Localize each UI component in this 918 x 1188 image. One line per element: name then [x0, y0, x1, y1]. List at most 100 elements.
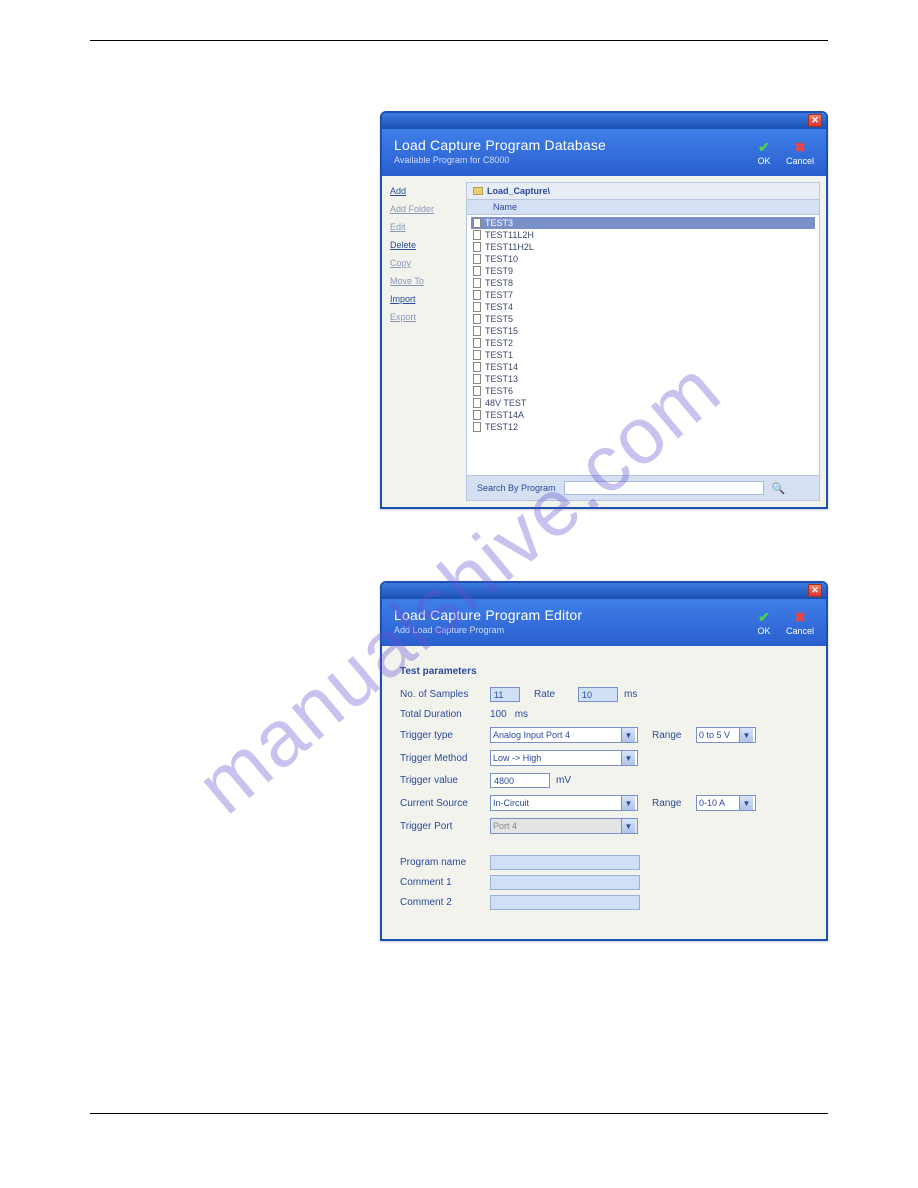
list-item[interactable]: 48V TEST [471, 397, 815, 409]
ok-label: OK [756, 156, 772, 166]
file-icon [473, 314, 481, 324]
list-item-label: TEST4 [485, 301, 513, 313]
section-title: Test parameters [400, 666, 808, 677]
trigger-method-label: Trigger Method [400, 753, 484, 764]
list-item-label: TEST7 [485, 289, 513, 301]
add-link[interactable]: Add [390, 186, 458, 196]
trigger-method-select[interactable]: Low -> High ▼ [490, 750, 638, 766]
load-capture-database-dialog: ✕ Load Capture Program Database Availabl… [380, 111, 828, 509]
move-to-link[interactable]: Move To [390, 276, 458, 286]
file-icon [473, 362, 481, 372]
file-icon [473, 242, 481, 252]
copy-link[interactable]: Copy [390, 258, 458, 268]
close-button[interactable]: ✕ [808, 584, 822, 597]
cancel-button[interactable]: ✖ Cancel [786, 609, 814, 636]
rate-input[interactable] [578, 687, 618, 702]
trigger-port-select: Port 4 ▼ [490, 818, 638, 834]
add-folder-link[interactable]: Add Folder [390, 204, 458, 214]
chevron-down-icon: ▼ [621, 819, 635, 833]
list-item[interactable]: TEST5 [471, 313, 815, 325]
list-item[interactable]: TEST9 [471, 265, 815, 277]
close-button[interactable]: ✕ [808, 114, 822, 127]
list-item[interactable]: TEST13 [471, 373, 815, 385]
program-name-input[interactable] [490, 855, 640, 870]
list-item[interactable]: TEST11L2H [471, 229, 815, 241]
list-item[interactable]: TEST14A [471, 409, 815, 421]
edit-link[interactable]: Edit [390, 222, 458, 232]
file-icon [473, 338, 481, 348]
comment1-label: Comment 1 [400, 877, 484, 888]
list-item[interactable]: TEST4 [471, 301, 815, 313]
list-item[interactable]: TEST10 [471, 253, 815, 265]
current-range-label: Range [652, 798, 690, 809]
list-item[interactable]: TEST1 [471, 349, 815, 361]
current-range-value: 0-10 A [699, 798, 725, 808]
titlebar[interactable]: ✕ [382, 113, 826, 129]
ok-button[interactable]: ✔ OK [756, 139, 772, 166]
search-bar: Search By Program 🔍 [467, 475, 819, 500]
list-item[interactable]: TEST14 [471, 361, 815, 373]
cross-icon: ✖ [792, 609, 808, 625]
file-icon [473, 410, 481, 420]
trigger-type-select[interactable]: Analog Input Port 4 ▼ [490, 727, 638, 743]
list-item[interactable]: TEST11H2L [471, 241, 815, 253]
dialog-subtitle: Available Program for C8000 [394, 155, 606, 165]
comment2-input[interactable] [490, 895, 640, 910]
load-capture-editor-dialog: ✕ Load Capture Program Editor Add Load C… [380, 581, 828, 941]
list-item[interactable]: TEST12 [471, 421, 815, 433]
file-icon [473, 326, 481, 336]
current-range-select[interactable]: 0-10 A ▼ [696, 795, 756, 811]
list-item[interactable]: TEST15 [471, 325, 815, 337]
titlebar[interactable]: ✕ [382, 583, 826, 599]
list-item-label: TEST9 [485, 265, 513, 277]
list-item-label: TEST10 [485, 253, 518, 265]
dialog-title: Load Capture Program Editor [394, 607, 582, 623]
list-item-label: TEST11L2H [485, 229, 534, 241]
chevron-down-icon: ▼ [621, 796, 635, 810]
cross-icon: ✖ [792, 139, 808, 155]
trigger-type-label: Trigger type [400, 730, 484, 741]
list-item-label: TEST13 [485, 373, 518, 385]
trigger-method-value: Low -> High [493, 753, 541, 763]
trigger-type-value: Analog Input Port 4 [493, 730, 570, 740]
comment1-input[interactable] [490, 875, 640, 890]
trigger-value-label: Trigger value [400, 775, 484, 786]
program-list[interactable]: TEST3TEST11L2HTEST11H2LTEST10TEST9TEST8T… [467, 215, 819, 475]
no-samples-label: No. of Samples [400, 689, 484, 700]
export-link[interactable]: Export [390, 312, 458, 322]
trigger-range-select[interactable]: 0 to 5 V ▼ [696, 727, 756, 743]
delete-link[interactable]: Delete [390, 240, 458, 250]
list-item[interactable]: TEST8 [471, 277, 815, 289]
dialog-title: Load Capture Program Database [394, 137, 606, 153]
ok-label: OK [756, 626, 772, 636]
chevron-down-icon: ▼ [621, 728, 635, 742]
dialog-header: Load Capture Program Editor Add Load Cap… [382, 599, 826, 646]
column-header[interactable]: Name [467, 200, 819, 215]
cancel-button[interactable]: ✖ Cancel [786, 139, 814, 166]
search-input[interactable] [564, 481, 764, 495]
close-icon: ✕ [811, 115, 819, 126]
no-samples-input[interactable] [490, 687, 520, 702]
folder-icon [473, 187, 483, 195]
list-item[interactable]: TEST7 [471, 289, 815, 301]
program-list-panel: Load_Capture\ Name TEST3TEST11L2HTEST11H… [466, 182, 820, 501]
chevron-down-icon: ▼ [621, 751, 635, 765]
breadcrumb[interactable]: Load_Capture\ [467, 183, 819, 200]
range-label: Range [652, 730, 690, 741]
file-icon [473, 254, 481, 264]
file-icon [473, 398, 481, 408]
list-item[interactable]: TEST3 [471, 217, 815, 229]
dialog-subtitle: Add Load Capture Program [394, 625, 582, 635]
trigger-value-input[interactable] [490, 773, 550, 788]
list-item-label: TEST12 [485, 421, 518, 433]
import-link[interactable]: Import [390, 294, 458, 304]
footer-rule [90, 1113, 828, 1114]
duration-unit: ms [515, 709, 528, 720]
chevron-down-icon: ▼ [739, 728, 753, 742]
ok-button[interactable]: ✔ OK [756, 609, 772, 636]
file-icon [473, 374, 481, 384]
list-item[interactable]: TEST2 [471, 337, 815, 349]
search-icon[interactable]: 🔍 [772, 482, 786, 495]
list-item[interactable]: TEST6 [471, 385, 815, 397]
current-source-select[interactable]: In-Circuit ▼ [490, 795, 638, 811]
